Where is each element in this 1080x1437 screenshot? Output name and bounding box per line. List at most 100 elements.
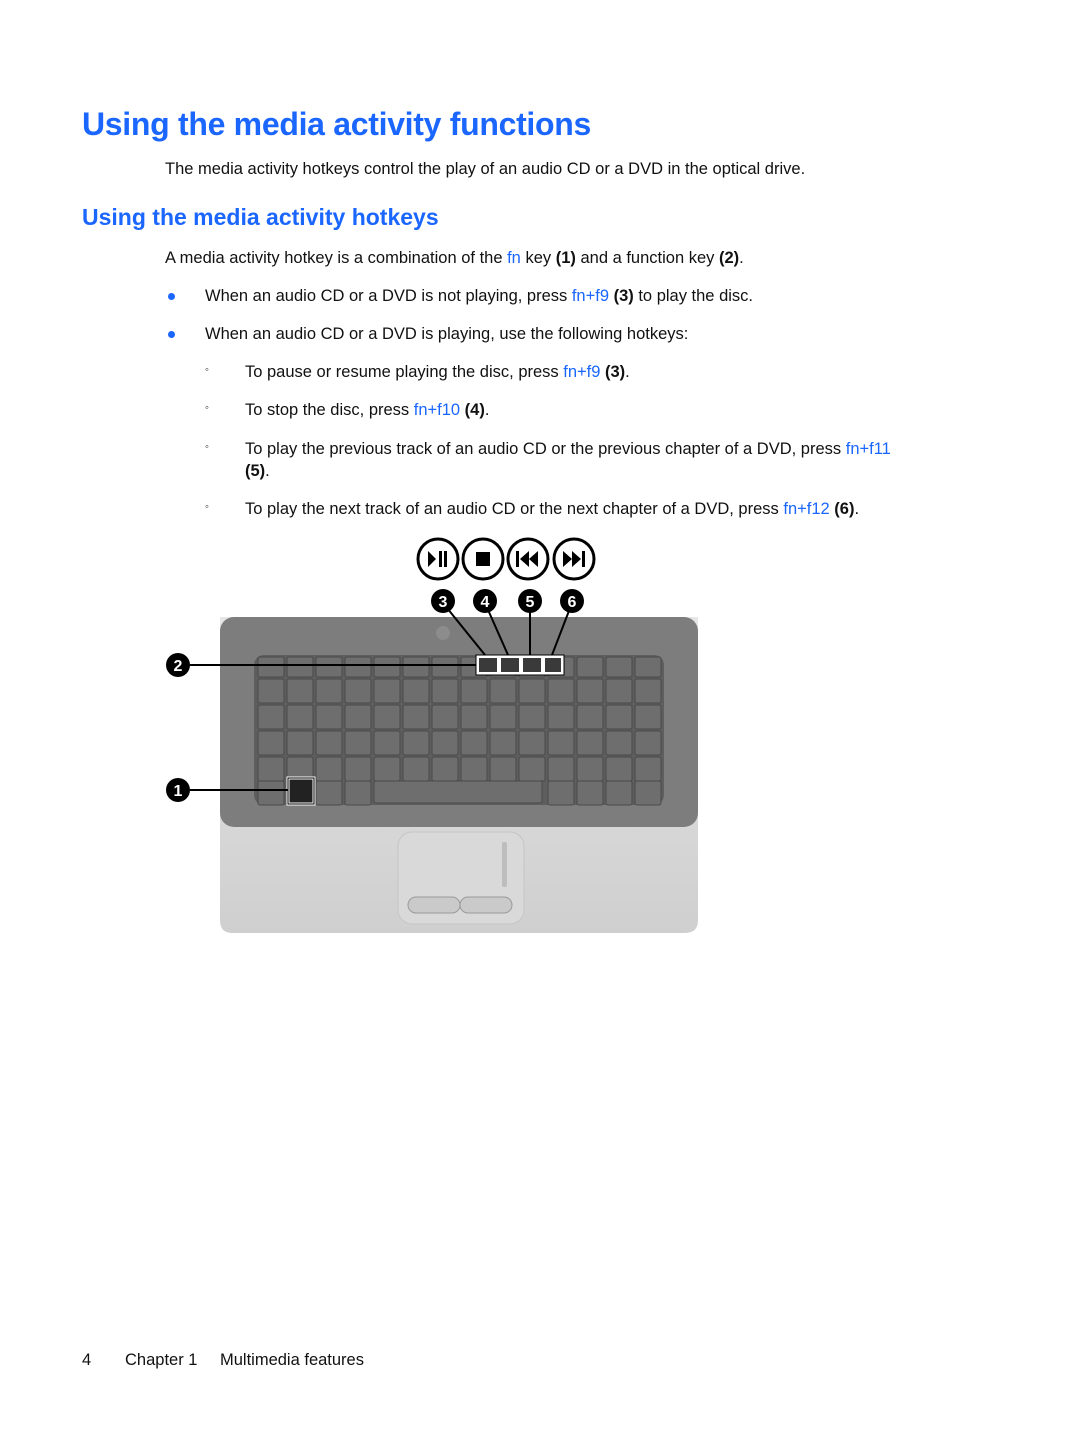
power-button-icon bbox=[436, 626, 450, 640]
keyboard-key bbox=[547, 678, 575, 704]
keyboard-key bbox=[460, 678, 488, 704]
keyboard-key bbox=[344, 678, 372, 704]
callout-ref: (5) bbox=[245, 462, 266, 480]
keyboard-key bbox=[431, 704, 459, 730]
keyboard-key bbox=[286, 730, 314, 756]
keyboard-key bbox=[315, 656, 343, 678]
spacebar bbox=[373, 780, 543, 804]
callout-ref-1: (1) bbox=[555, 249, 576, 267]
page-heading: Using the media activity functions bbox=[82, 106, 592, 142]
keyboard-key bbox=[315, 704, 343, 730]
keyboard-key bbox=[518, 704, 546, 730]
touchpad bbox=[397, 831, 525, 925]
chapter-label: Chapter 1 bbox=[125, 1351, 198, 1369]
text: When an audio CD or a DVD is not playing… bbox=[205, 287, 572, 305]
keyboard-key bbox=[402, 704, 430, 730]
text: key bbox=[520, 249, 556, 267]
callout-2: 2 bbox=[166, 653, 190, 677]
keyboard-key bbox=[489, 678, 517, 704]
text: . bbox=[854, 500, 860, 518]
text: . bbox=[739, 249, 744, 267]
keyboard-key bbox=[605, 678, 633, 704]
keyboard-key bbox=[257, 730, 285, 756]
keyboard-illustration: 1 2 3 4 5 6 bbox=[166, 537, 698, 933]
page-number: 4 bbox=[82, 1351, 92, 1369]
hotkey-link[interactable]: fn+f9 bbox=[563, 363, 600, 381]
keyboard-key bbox=[431, 756, 459, 782]
keyboard-key bbox=[344, 756, 372, 782]
f11-key bbox=[523, 658, 541, 672]
hotkey-link[interactable]: fn+f10 bbox=[414, 401, 460, 419]
keyboard-key bbox=[576, 730, 604, 756]
scroll-zone bbox=[502, 842, 507, 887]
keyboard-key bbox=[257, 678, 285, 704]
callout-1: 1 bbox=[166, 778, 190, 802]
sub-list-item: To pause or resume playing the disc, pre… bbox=[245, 362, 630, 382]
keyboard-key bbox=[315, 756, 343, 782]
keyboard-key bbox=[431, 730, 459, 756]
keyboard-key bbox=[402, 656, 430, 678]
hotkey-description: A media activity hotkey is a combination… bbox=[165, 248, 744, 268]
text: To pause or resume playing the disc, pre… bbox=[245, 363, 564, 381]
sub-bullet-icon: ◦ bbox=[205, 501, 209, 513]
keyboard-key bbox=[373, 730, 401, 756]
keyboard-key bbox=[634, 730, 662, 756]
keyboard-key bbox=[460, 756, 488, 782]
callout-3: 3 bbox=[431, 589, 455, 613]
keyboard-key bbox=[518, 756, 546, 782]
callout-ref: (4) bbox=[460, 401, 485, 419]
hotkey-link[interactable]: fn+f12 bbox=[783, 500, 829, 518]
text: . bbox=[625, 363, 630, 381]
keyboard-key bbox=[344, 730, 372, 756]
keyboard-key bbox=[518, 730, 546, 756]
text: . bbox=[484, 401, 490, 419]
callout-ref: (6) bbox=[829, 500, 855, 518]
keyboard-key bbox=[576, 780, 604, 806]
keyboard-key bbox=[518, 678, 546, 704]
sub-list-item: To play the previous track of an audio C… bbox=[245, 439, 891, 459]
keyboard-key bbox=[489, 730, 517, 756]
section-heading: Using the media activity hotkeys bbox=[82, 204, 439, 230]
fn-key-highlight bbox=[286, 776, 316, 806]
keyboard-key bbox=[605, 730, 633, 756]
keyboard-key bbox=[547, 756, 575, 782]
keyboard-key bbox=[257, 780, 285, 806]
keyboard-key bbox=[460, 704, 488, 730]
text: and a function key bbox=[575, 249, 719, 267]
text: to play the disc. bbox=[633, 287, 753, 305]
keyboard-key bbox=[576, 678, 604, 704]
keyboard-key bbox=[547, 704, 575, 730]
callout-ref-2: (2) bbox=[719, 249, 740, 267]
keyboard-key bbox=[634, 678, 662, 704]
chapter-title: Multimedia features bbox=[220, 1351, 364, 1369]
keyboard-key bbox=[257, 656, 285, 678]
svg-text:6: 6 bbox=[568, 594, 577, 611]
keyboard-key bbox=[634, 704, 662, 730]
keyboard-key bbox=[373, 756, 401, 782]
media-icons bbox=[416, 537, 596, 581]
hotkey-link[interactable]: fn+f9 bbox=[572, 287, 609, 305]
text: A media activity hotkey is a combination… bbox=[165, 249, 508, 267]
keyboard-key bbox=[605, 780, 633, 806]
keyboard-key bbox=[489, 704, 517, 730]
f12-key bbox=[545, 658, 561, 672]
left-touchpad-button bbox=[407, 896, 461, 914]
bullet-icon bbox=[168, 293, 175, 300]
fn-key-link[interactable]: fn bbox=[507, 249, 521, 267]
hotkey-link[interactable]: fn+f11 bbox=[846, 440, 891, 458]
keyboard-key bbox=[547, 780, 575, 806]
keyboard-key bbox=[605, 656, 633, 678]
callout-5: 5 bbox=[518, 589, 542, 613]
bullet-icon bbox=[168, 331, 175, 338]
function-keys-highlight bbox=[475, 654, 565, 676]
callout-ref: (3) bbox=[609, 287, 634, 305]
text: To play the next track of an audio CD or… bbox=[245, 500, 784, 518]
sub-bullet-icon: ◦ bbox=[205, 441, 209, 453]
sub-list-item-cont: (5). bbox=[245, 461, 270, 481]
keyboard-key bbox=[344, 656, 372, 678]
keyboard-key bbox=[257, 704, 285, 730]
callout-ref: (3) bbox=[600, 363, 626, 381]
previous-track-icon bbox=[506, 537, 550, 581]
keyboard-key bbox=[257, 756, 285, 782]
keyboard-key bbox=[315, 780, 343, 806]
